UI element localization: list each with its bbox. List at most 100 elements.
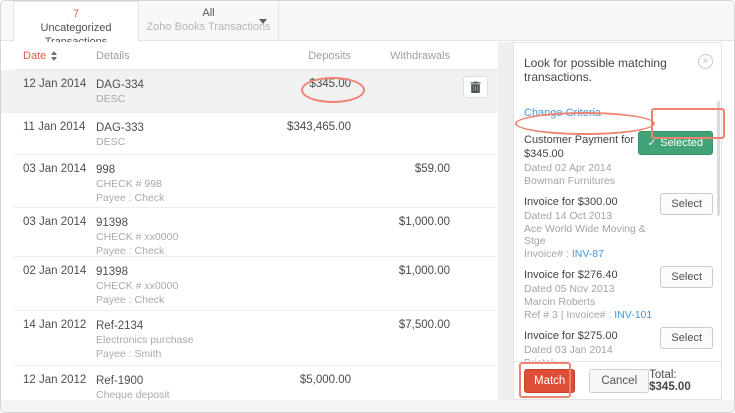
row-withdrawal: $7,500.00	[355, 311, 452, 366]
total-label: Total:	[649, 369, 677, 381]
select-button[interactable]: Select	[660, 327, 713, 349]
main-content: Date Details Deposits Withdrawals 12 Jan…	[1, 42, 734, 400]
row-description: DESC	[96, 136, 235, 149]
row-withdrawal: $1,000.00	[355, 257, 452, 311]
row-date: 03 Jan 2014	[1, 208, 96, 257]
row-description: Cheque deposit	[96, 389, 235, 400]
row-date: 12 Jan 2012	[1, 366, 96, 400]
suggestion-title: Invoice for $300.00	[524, 195, 660, 209]
table-row[interactable]: 11 Jan 2014 DAG-333 DESC $343,465.00	[1, 113, 498, 155]
panel-gutter	[498, 42, 513, 400]
row-description: CHECK # 998	[96, 178, 235, 191]
row-description: DESC	[96, 93, 235, 106]
row-reference: 91398	[96, 265, 235, 279]
matched-transaction-item: Customer Payment for $345.00 Dated 02 Ap…	[524, 133, 713, 187]
row-withdrawal	[355, 70, 452, 113]
row-description: CHECK # xx0000	[96, 280, 235, 293]
row-deposit	[235, 208, 355, 257]
row-payee: Payee : Check	[96, 192, 235, 205]
suggestion-item: Invoice for $276.40 Dated 05 Nov 2013 Ma…	[524, 268, 713, 321]
row-deposit	[235, 257, 355, 311]
row-reference: DAG-333	[96, 121, 235, 135]
suggestion-ref-label: Invoice# :	[524, 248, 572, 260]
panel-title: Look for possible matching transactions.	[524, 43, 713, 84]
matched-transaction-date: Dated 02 Apr 2014	[524, 162, 638, 174]
column-header-details: Details	[96, 50, 235, 62]
suggestion-title: Invoice for $276.40	[524, 268, 660, 282]
invoice-link[interactable]: INV-87	[572, 248, 604, 260]
table-row[interactable]: 12 Jan 2014 DAG-334 DESC $345.00	[1, 70, 498, 113]
table-row[interactable]: 02 Jan 2014 91398 CHECK # xx0000 Payee :…	[1, 257, 498, 311]
row-payee: Payee : Check	[96, 294, 235, 307]
row-date: 11 Jan 2014	[1, 113, 96, 155]
row-date: 02 Jan 2014	[1, 257, 96, 311]
row-deposit: $5,000.00	[235, 366, 355, 400]
change-criteria-link[interactable]: Change Criteria	[524, 107, 601, 120]
suggestion-party: Marcin Roberts	[524, 296, 660, 308]
suggestion-ref-label: Ref # 3 | Invoice# :	[524, 309, 614, 321]
uncategorized-count-badge: 7	[14, 8, 138, 21]
matched-transaction-title: Customer Payment for $345.00	[524, 133, 638, 161]
row-withdrawal	[355, 366, 452, 400]
total-amount: Total: $345.00	[649, 369, 711, 393]
row-reference: Ref-2134	[96, 319, 235, 333]
selected-button-label: Selected	[660, 137, 703, 149]
delete-transaction-button[interactable]	[463, 76, 488, 98]
suggestion-date: Dated 03 Jan 2014	[524, 344, 660, 356]
bottom-strip	[1, 400, 734, 412]
panel-footer: Match Cancel Total: $345.00	[514, 361, 721, 399]
row-withdrawal: $1,000.00	[355, 208, 452, 257]
suggestion-item: Invoice for $300.00 Dated 14 Oct 2013 Ac…	[524, 195, 713, 260]
row-withdrawal: $59.00	[355, 155, 452, 208]
selected-button[interactable]: ✓ Selected	[638, 131, 713, 155]
row-withdrawal	[355, 113, 452, 155]
row-reference: DAG-334	[96, 78, 235, 92]
row-description: Electronics purchase	[96, 334, 235, 347]
row-deposit: $345.00	[235, 70, 355, 113]
chevron-down-icon[interactable]	[259, 19, 267, 24]
row-reference: Ref-1900	[96, 374, 235, 388]
tab-all-label: All	[139, 7, 278, 20]
row-deposit	[235, 155, 355, 208]
cancel-button[interactable]: Cancel	[589, 369, 649, 393]
table-row[interactable]: 12 Jan 2012 Ref-1900 Cheque deposit $5,0…	[1, 366, 498, 400]
check-icon: ✓	[648, 138, 656, 149]
date-header-label: Date	[23, 50, 46, 62]
table-row[interactable]: 14 Jan 2012 Ref-2134 Electronics purchas…	[1, 311, 498, 366]
matching-transactions-panel: Look for possible matching transactions.…	[513, 42, 722, 400]
suggestion-party: Ace World Wide Moving & Stge	[524, 223, 660, 247]
matched-transaction-party: Bowman Furnitures	[524, 175, 638, 187]
row-reference: 91398	[96, 216, 235, 230]
panel-scrollbar[interactable]	[717, 101, 720, 216]
select-button[interactable]: Select	[660, 193, 713, 215]
row-deposit	[235, 311, 355, 366]
row-date: 12 Jan 2014	[1, 70, 96, 113]
trash-icon	[470, 81, 481, 93]
total-value: $345.00	[649, 381, 691, 393]
table-row[interactable]: 03 Jan 2014 91398 CHECK # xx0000 Payee :…	[1, 208, 498, 257]
table-row[interactable]: 03 Jan 2014 998 CHECK # 998 Payee : Chec…	[1, 155, 498, 208]
suggestion-title: Invoice for $275.00	[524, 329, 660, 343]
tab-uncategorized-transactions[interactable]: 7 Uncategorized Transactions	[13, 1, 139, 42]
tab-bar: 7 Uncategorized Transactions All Zoho Bo…	[1, 1, 734, 41]
suggestion-date: Dated 05 Nov 2013	[524, 283, 660, 295]
match-button[interactable]: Match	[524, 369, 575, 393]
row-date: 03 Jan 2014	[1, 155, 96, 208]
sort-icon[interactable]	[51, 51, 57, 61]
tab-all-zoho-books-transactions[interactable]: All Zoho Books Transactions	[139, 1, 279, 41]
row-payee: Payee : Smith	[96, 348, 235, 361]
row-deposit: $343,465.00	[235, 113, 355, 155]
suggestion-date: Dated 14 Oct 2013	[524, 210, 660, 222]
app-window: 7 Uncategorized Transactions All Zoho Bo…	[0, 0, 735, 413]
invoice-link[interactable]: INV-101	[614, 309, 652, 321]
row-reference: 998	[96, 163, 235, 177]
column-header-date[interactable]: Date	[1, 50, 96, 62]
column-header-deposits: Deposits	[235, 50, 355, 62]
row-date: 14 Jan 2012	[1, 311, 96, 366]
tab-zoho-books-label: Zoho Books Transactions	[139, 20, 278, 34]
close-icon[interactable]: ×	[698, 54, 713, 69]
select-button[interactable]: Select	[660, 266, 713, 288]
column-header-withdrawals: Withdrawals	[355, 50, 452, 62]
transactions-table: Date Details Deposits Withdrawals 12 Jan…	[1, 42, 498, 400]
row-description: CHECK # xx0000	[96, 231, 235, 244]
